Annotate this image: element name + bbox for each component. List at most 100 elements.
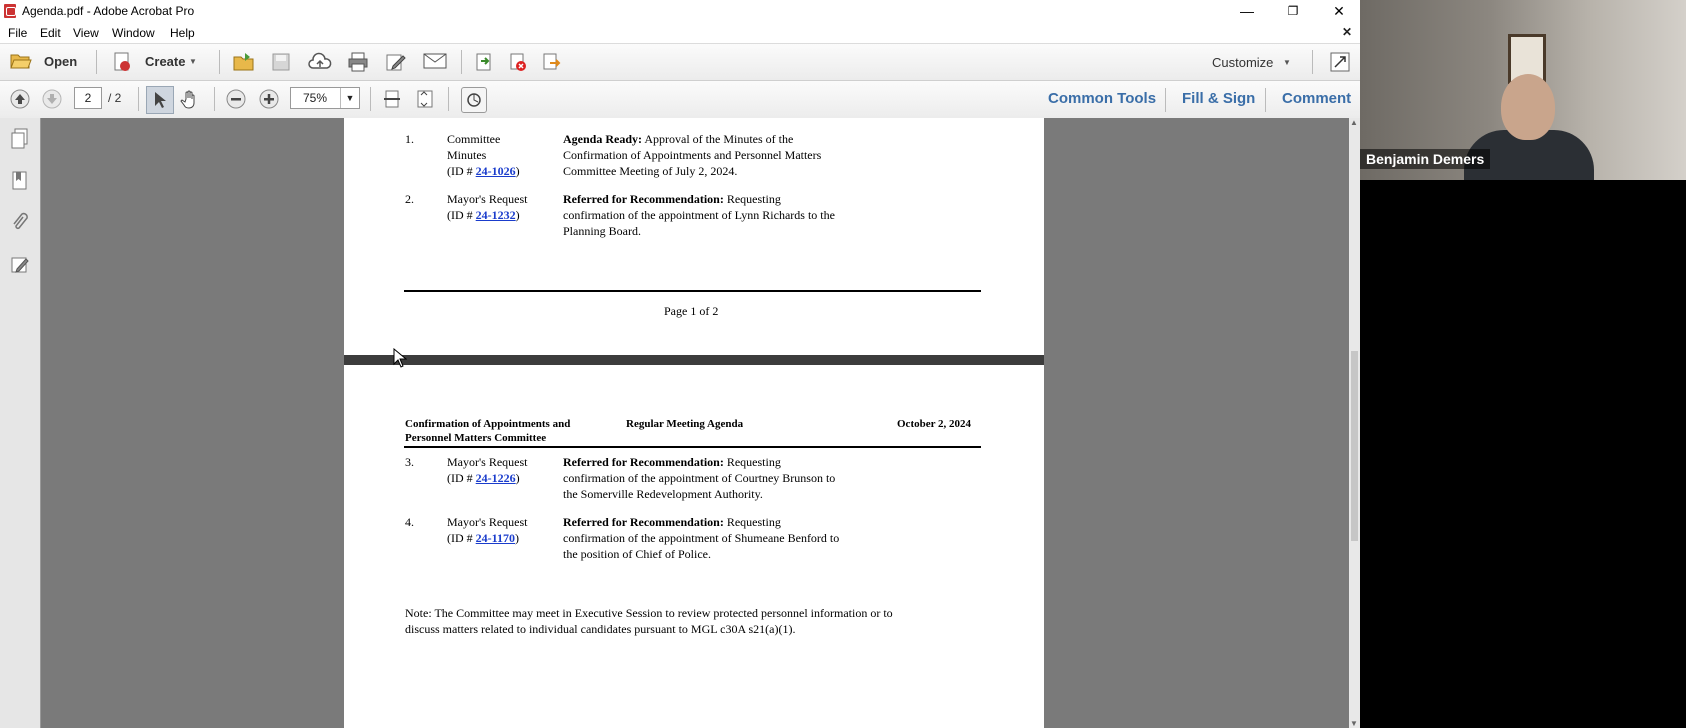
pdf-app-icon [4, 4, 16, 18]
video-participant-tile: Benjamin Demers [1360, 0, 1686, 180]
save-button[interactable] [271, 52, 291, 72]
item-description: Confirmation of Appointments and Personn… [563, 148, 822, 162]
scroll-down-icon[interactable]: ▼ [1350, 719, 1358, 728]
header-committee: Personnel Matters Committee [405, 432, 547, 444]
customize-label[interactable]: Customize [1212, 55, 1273, 70]
read-mode-button[interactable] [461, 87, 487, 113]
separator [96, 50, 97, 74]
delete-page-icon [510, 53, 526, 71]
item-type: Mayor's Request [447, 455, 528, 469]
next-page-button[interactable] [42, 89, 62, 109]
page-thumbnails-button[interactable] [10, 128, 30, 149]
menu-bar: File Edit View Window Help ✕ [0, 23, 1360, 44]
attachments-button[interactable] [10, 212, 30, 232]
fill-sign-tab[interactable]: Fill & Sign [1182, 90, 1255, 107]
cursor-arrow-icon [155, 92, 166, 108]
item-id-link[interactable]: 24-1226 [476, 471, 516, 485]
delete-pages-button[interactable] [508, 52, 528, 72]
navigation-pane [0, 118, 41, 728]
item-description: Committee Meeting of July 2, 2024. [563, 164, 738, 178]
menu-edit[interactable]: Edit [40, 26, 61, 40]
footer-rule [404, 290, 981, 292]
separator [448, 87, 449, 111]
open-folder-button[interactable] [233, 52, 255, 72]
document-viewer[interactable]: 1. Committee Minutes (ID # 24-1026) Agen… [41, 118, 1349, 728]
bookmarks-button[interactable] [10, 170, 30, 190]
page-number-input[interactable]: 2 [74, 87, 102, 109]
item-description: Planning Board. [563, 224, 641, 238]
plus-circle-icon [259, 89, 279, 109]
chevron-down-icon[interactable]: ▼ [340, 88, 359, 108]
item-number: 1. [405, 132, 414, 146]
close-button[interactable]: ✕ [1316, 0, 1360, 23]
common-tools-tab[interactable]: Common Tools [1048, 90, 1156, 107]
email-button[interactable] [423, 52, 447, 70]
close-document-icon[interactable]: ✕ [1342, 25, 1352, 39]
zoom-out-button[interactable] [226, 89, 246, 109]
cloud-upload-icon [308, 52, 332, 69]
item-description: the position of Chief of Police. [563, 547, 711, 561]
item-id: (ID # 24-1226) [447, 471, 520, 485]
open-label[interactable]: Open [44, 54, 77, 69]
item-type: Mayor's Request [447, 192, 528, 206]
export-button[interactable] [541, 52, 561, 72]
item-description: Referred for Recommendation: Requesting [563, 515, 781, 529]
zoom-value: 75% [303, 91, 328, 105]
select-tool-button[interactable] [146, 86, 174, 114]
open-button[interactable] [10, 52, 32, 70]
vertical-scrollbar[interactable]: ▲ ▼ [1349, 118, 1360, 728]
bookmark-icon [12, 171, 27, 190]
item-description: Referred for Recommendation: Requesting [563, 192, 781, 206]
envelope-icon [423, 53, 447, 69]
minus-circle-icon [226, 89, 246, 109]
fullscreen-button[interactable] [1330, 52, 1350, 72]
scroll-up-icon[interactable]: ▲ [1350, 118, 1358, 127]
navigation-toolbar: 2 / 2 75% ▼ Common Tools Fill & Sign Com… [0, 81, 1360, 119]
item-id-link[interactable]: 24-1170 [476, 531, 515, 545]
page-footer: Page 1 of 2 [664, 304, 719, 318]
item-type: Minutes [447, 148, 487, 162]
restore-button[interactable]: ❐ [1270, 0, 1316, 23]
header-rule [404, 446, 981, 448]
item-type: Committee [447, 132, 501, 146]
print-button[interactable] [347, 52, 369, 72]
header-date: October 2, 2024 [897, 418, 972, 430]
edit-button[interactable] [385, 52, 407, 72]
menu-window[interactable]: Window [112, 26, 155, 40]
fit-width-button[interactable] [383, 89, 401, 109]
item-description: confirmation of the appointment of Lynn … [563, 208, 835, 222]
item-id-link[interactable]: 24-1026 [476, 164, 516, 178]
menu-file[interactable]: File [8, 26, 27, 40]
signatures-button[interactable] [10, 254, 30, 274]
chevron-down-icon[interactable]: ▼ [189, 57, 197, 66]
zoom-in-button[interactable] [259, 89, 279, 109]
item-number: 3. [405, 455, 414, 469]
item-status: Referred for Recommendation: [563, 192, 724, 206]
minimize-button[interactable]: — [1224, 0, 1270, 23]
menu-view[interactable]: View [73, 26, 99, 40]
item-description: Agenda Ready: Approval of the Minutes of… [563, 132, 794, 146]
separator [214, 87, 215, 111]
pencil-edit-icon [386, 54, 406, 71]
item-description: the Somerville Redevelopment Authority. [563, 487, 763, 501]
fit-page-button[interactable] [416, 89, 434, 109]
note-text: Note: The Committee may meet in Executiv… [405, 606, 893, 620]
scrollbar-thumb[interactable] [1351, 351, 1358, 541]
item-id: (ID # 24-1026) [447, 164, 520, 178]
menu-help[interactable]: Help [170, 26, 195, 40]
export-page-icon [543, 53, 561, 70]
upload-cloud-button[interactable] [308, 52, 332, 72]
create-button[interactable] [112, 52, 132, 72]
item-id-link[interactable]: 24-1232 [476, 208, 516, 222]
combine-button[interactable] [474, 52, 494, 72]
hand-tool-button[interactable] [180, 89, 200, 109]
previous-page-button[interactable] [10, 89, 30, 109]
pages-icon [11, 128, 28, 149]
item-status: Agenda Ready: [563, 132, 643, 146]
pdf-page-1: 1. Committee Minutes (ID # 24-1026) Agen… [344, 118, 1044, 355]
chevron-down-icon[interactable]: ▼ [1283, 58, 1291, 67]
separator [1165, 88, 1166, 112]
create-label[interactable]: Create [145, 54, 185, 69]
zoom-select[interactable]: 75% ▼ [290, 87, 360, 109]
comment-tab[interactable]: Comment [1282, 90, 1351, 107]
